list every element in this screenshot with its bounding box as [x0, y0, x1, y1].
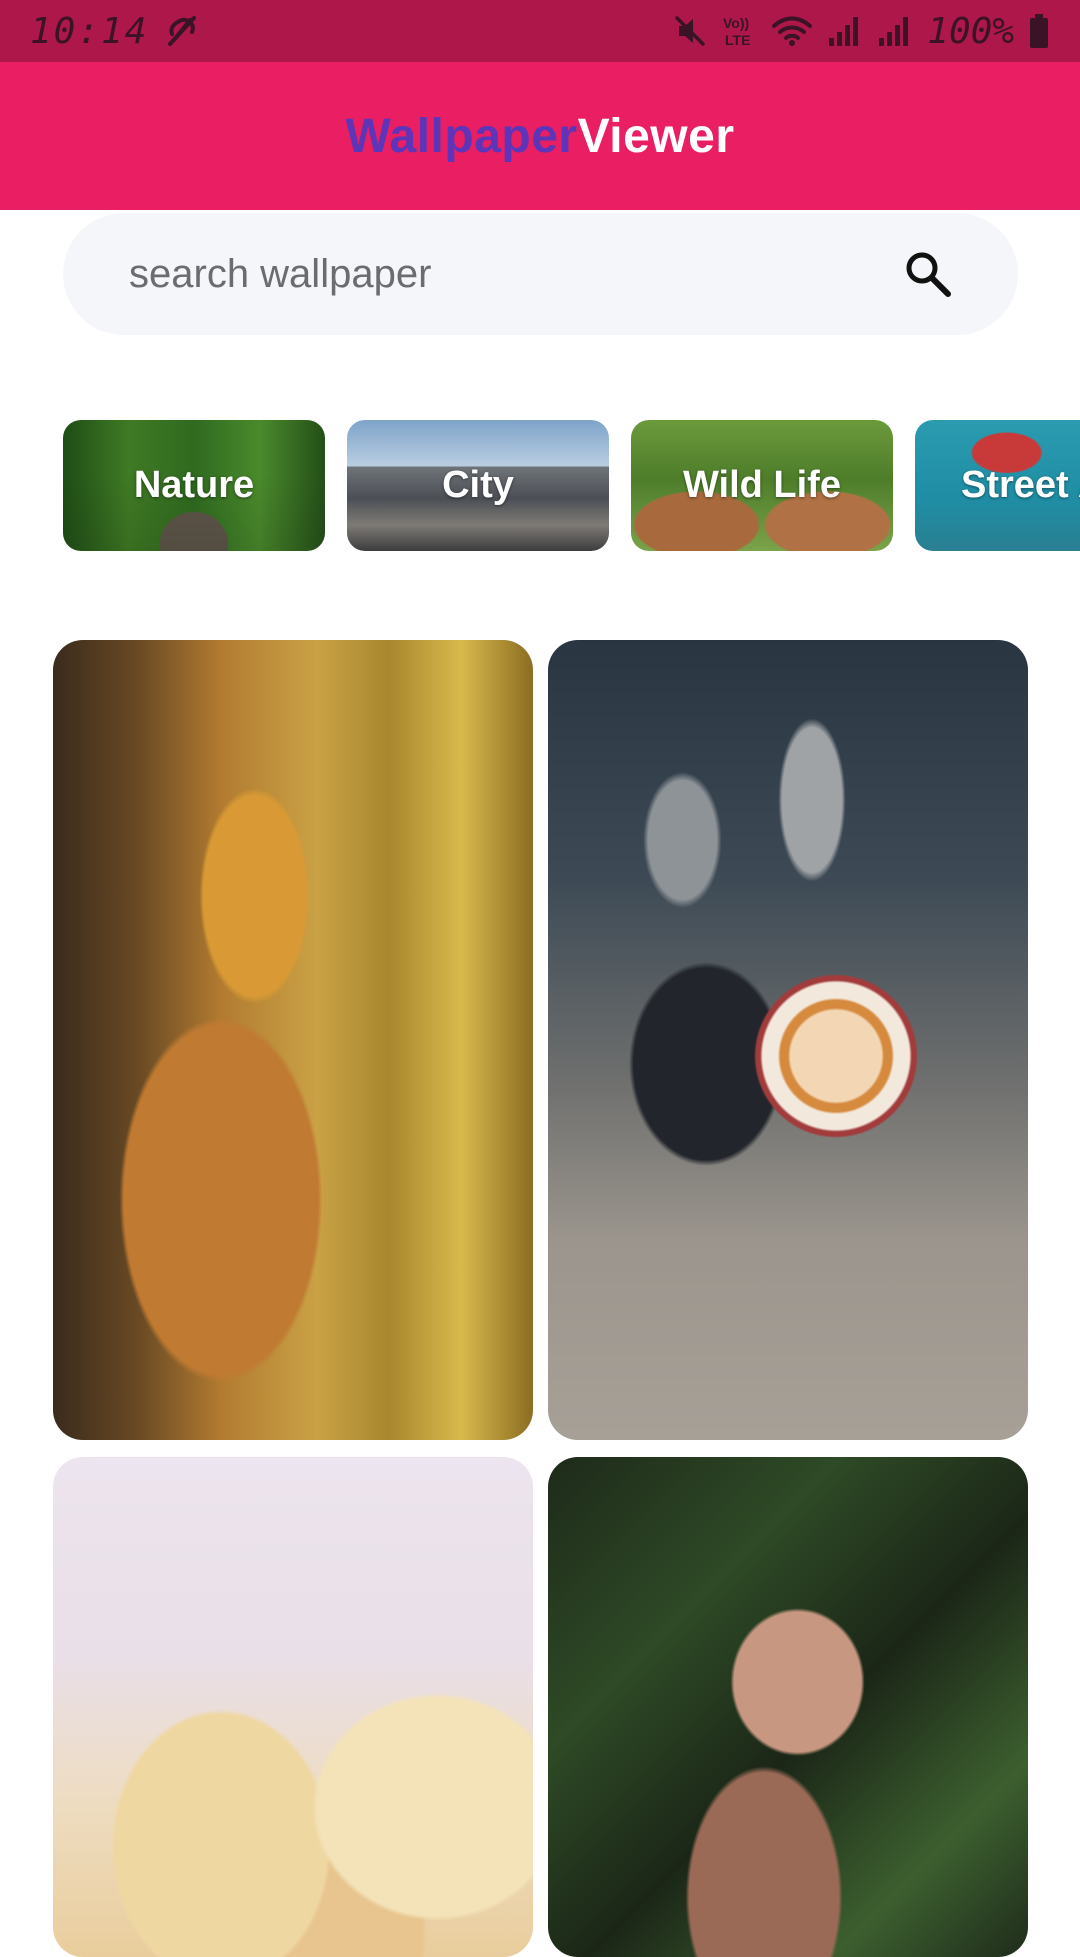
- signal-icon-2: [877, 14, 913, 48]
- category-label: Nature: [133, 464, 255, 506]
- category-list: Nature City Wild Life Street Art: [63, 420, 1080, 551]
- wallpaper-tile[interactable]: [53, 640, 533, 1440]
- search-bar: [63, 213, 1018, 335]
- search-button[interactable]: [898, 244, 958, 304]
- signal-icon: [827, 14, 863, 48]
- status-bar: 10:14 Vo)) LTE 100%: [0, 0, 1080, 62]
- app-title-wallpaper: Wallpaper: [345, 109, 578, 163]
- svg-text:LTE: LTE: [725, 32, 750, 48]
- search-input[interactable]: [127, 250, 898, 298]
- status-time: 10:14: [30, 10, 149, 52]
- wallpaper-tile[interactable]: [548, 1457, 1028, 1957]
- category-label: City: [442, 464, 514, 506]
- search-icon: [906, 252, 951, 297]
- svg-text:Vo)): Vo)): [723, 15, 749, 31]
- wallpaper-tile[interactable]: [548, 640, 1028, 1440]
- category-wild-life[interactable]: Wild Life: [631, 420, 893, 551]
- category-nature[interactable]: Nature: [63, 420, 325, 551]
- category-label: Wild Life: [683, 464, 841, 506]
- battery-percent: 100%: [927, 10, 1014, 52]
- mute-icon: [673, 14, 707, 48]
- wallpaper-tile[interactable]: [53, 1457, 533, 1957]
- no-sync-icon: [164, 14, 202, 48]
- app-title: WallpaperViewer: [346, 109, 735, 164]
- category-city[interactable]: City: [347, 420, 609, 551]
- category-label: Street Art: [961, 464, 1080, 506]
- app-title-viewer: Viewer: [577, 109, 735, 163]
- app-bar: WallpaperViewer: [0, 62, 1080, 210]
- category-street-art[interactable]: Street Art: [915, 420, 1080, 551]
- wifi-icon: [771, 14, 813, 48]
- volte-icon: Vo)) LTE: [721, 13, 757, 49]
- battery-icon: [1028, 13, 1050, 49]
